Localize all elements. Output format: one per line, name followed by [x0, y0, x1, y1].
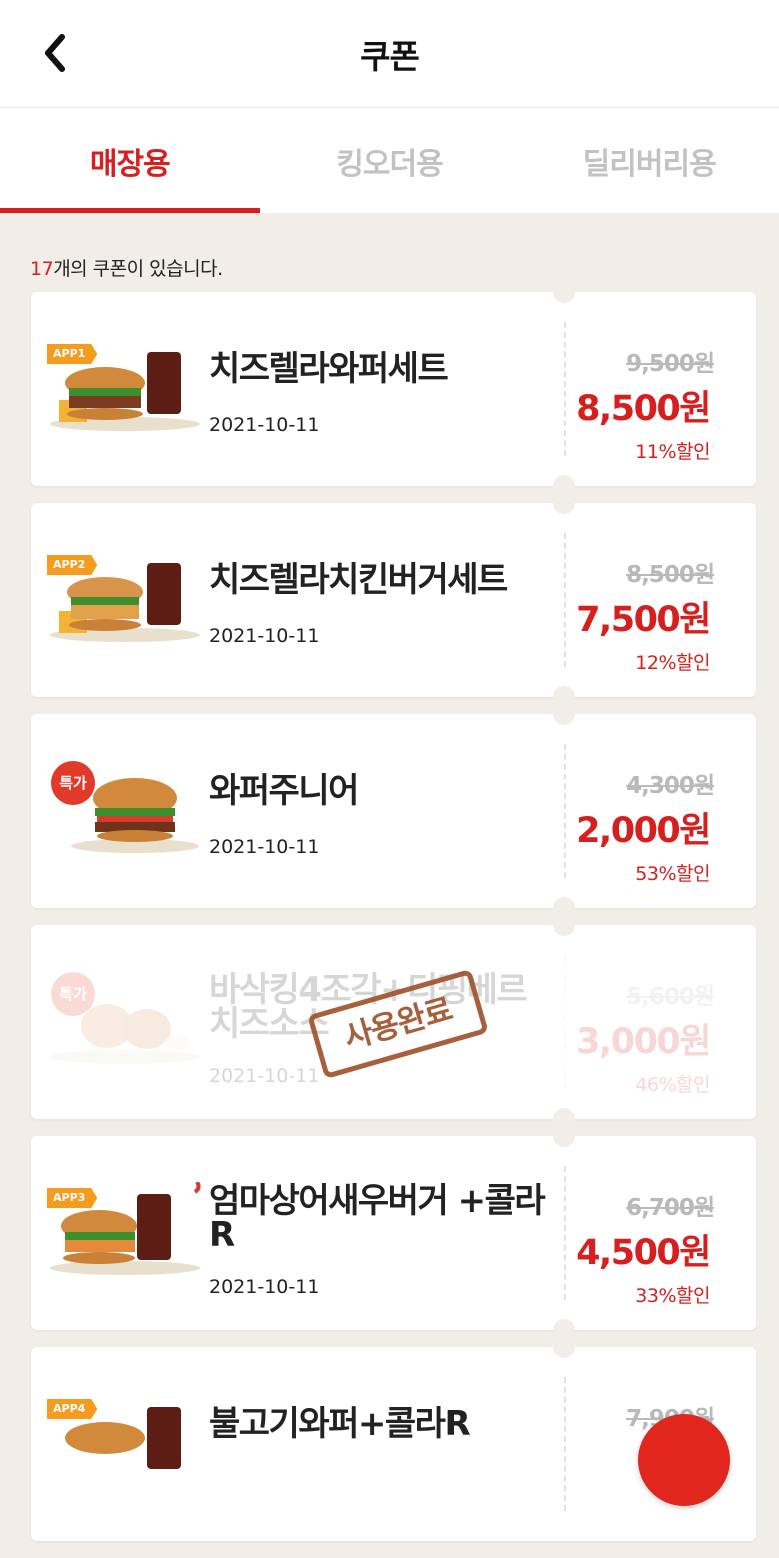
coupon-name: 불고기와퍼+콜라R: [209, 1404, 471, 1444]
ticket-notch: [553, 281, 575, 303]
original-price: 6,700원: [626, 1195, 715, 1221]
coupon-date: 2021-10-11: [209, 836, 320, 858]
coupon-date: 2021-10-11: [209, 1276, 320, 1298]
original-price: 9,500원: [626, 351, 715, 377]
coupon-date: 2021-10-11: [209, 1065, 320, 1087]
sale-price: 4,500원: [576, 1233, 711, 1273]
coupon-card[interactable]: APP1 치즈렐라와퍼세트 2021-10-11 9,500원 8,500원 1…: [31, 281, 756, 497]
original-price: 8,500원: [626, 562, 715, 588]
coupon-count-text: 개의 쿠폰이 있습니다.: [53, 258, 223, 280]
original-price: 4,300원: [626, 773, 715, 799]
page-title: 쿠폰: [360, 37, 420, 76]
ticket-divider: [564, 322, 566, 456]
coupon-name: 와퍼주니어: [209, 771, 359, 811]
sale-price: 8,500원: [576, 389, 711, 429]
coupon-card[interactable]: 특가 와퍼주니어 2021-10-11 4,300원 2,000원 53%할인: [31, 703, 756, 919]
ticket-divider: [564, 533, 566, 667]
coupon-card[interactable]: APP2 치즈렐라치킨버거세트 2021-10-11 8,500원 7,500원…: [31, 492, 756, 708]
coupon-card[interactable]: APP3 엄마상어새우버거 +콜라R 2021-10-11 6,700원 4,5…: [31, 1125, 756, 1341]
special-badge: 특가: [51, 972, 95, 1016]
coupon-name: 엄마상어새우버거 +콜라R: [209, 1181, 546, 1255]
original-price: 5,600원: [626, 984, 715, 1010]
tab-king-order[interactable]: 킹오더용: [260, 108, 520, 213]
ticket-divider: [564, 1377, 566, 1511]
app-badge: APP3: [47, 1188, 98, 1208]
tab-store[interactable]: 매장용: [0, 108, 260, 213]
coupon-list: APP1 치즈렐라와퍼세트 2021-10-11 9,500원 8,500원 1…: [31, 281, 756, 1558]
app-header: 쿠폰: [0, 0, 779, 108]
ticket-notch: [553, 492, 575, 514]
coupon-count: 17개의 쿠폰이 있습니다.: [30, 254, 223, 281]
discount-rate: 11%할인: [635, 441, 710, 463]
coupon-name: 치즈렐라치킨버거세트: [209, 560, 508, 600]
app-badge: APP1: [47, 344, 98, 364]
ticket-notch: [553, 1125, 575, 1147]
ticket-notch: [553, 703, 575, 725]
sale-price: 2,000원: [576, 811, 711, 851]
ticket-divider: [564, 1166, 566, 1300]
tab-delivery[interactable]: 딜리버리용: [519, 108, 779, 213]
coupon-name: 치즈렐라와퍼세트: [209, 349, 449, 389]
discount-rate: 53%할인: [635, 863, 710, 885]
app-badge: APP4: [47, 1399, 98, 1419]
tab-bar: 매장용 킹오더용 딜리버리용: [0, 108, 779, 213]
discount-rate: 33%할인: [635, 1285, 710, 1307]
coupon-date: 2021-10-11: [209, 414, 320, 436]
discount-rate: 46%할인: [635, 1074, 710, 1096]
coupon-count-number: 17: [30, 258, 54, 280]
sale-price: 7,500원: [576, 600, 711, 640]
app-badge: APP2: [47, 555, 98, 575]
ticket-divider: [564, 744, 566, 878]
floating-action-button[interactable]: [638, 1414, 730, 1506]
ticket-notch: [553, 914, 575, 936]
coupon-card-used: 특가 바삭킹4조각+디핑베르치즈소스 2021-10-11 5,600원 3,0…: [31, 914, 756, 1130]
coupon-date: 2021-10-11: [209, 625, 320, 647]
special-badge: 특가: [51, 761, 95, 805]
sale-price: 3,000원: [576, 1022, 711, 1062]
discount-rate: 12%할인: [635, 652, 710, 674]
ticket-notch: [553, 1336, 575, 1358]
ticket-divider: [564, 955, 566, 1089]
